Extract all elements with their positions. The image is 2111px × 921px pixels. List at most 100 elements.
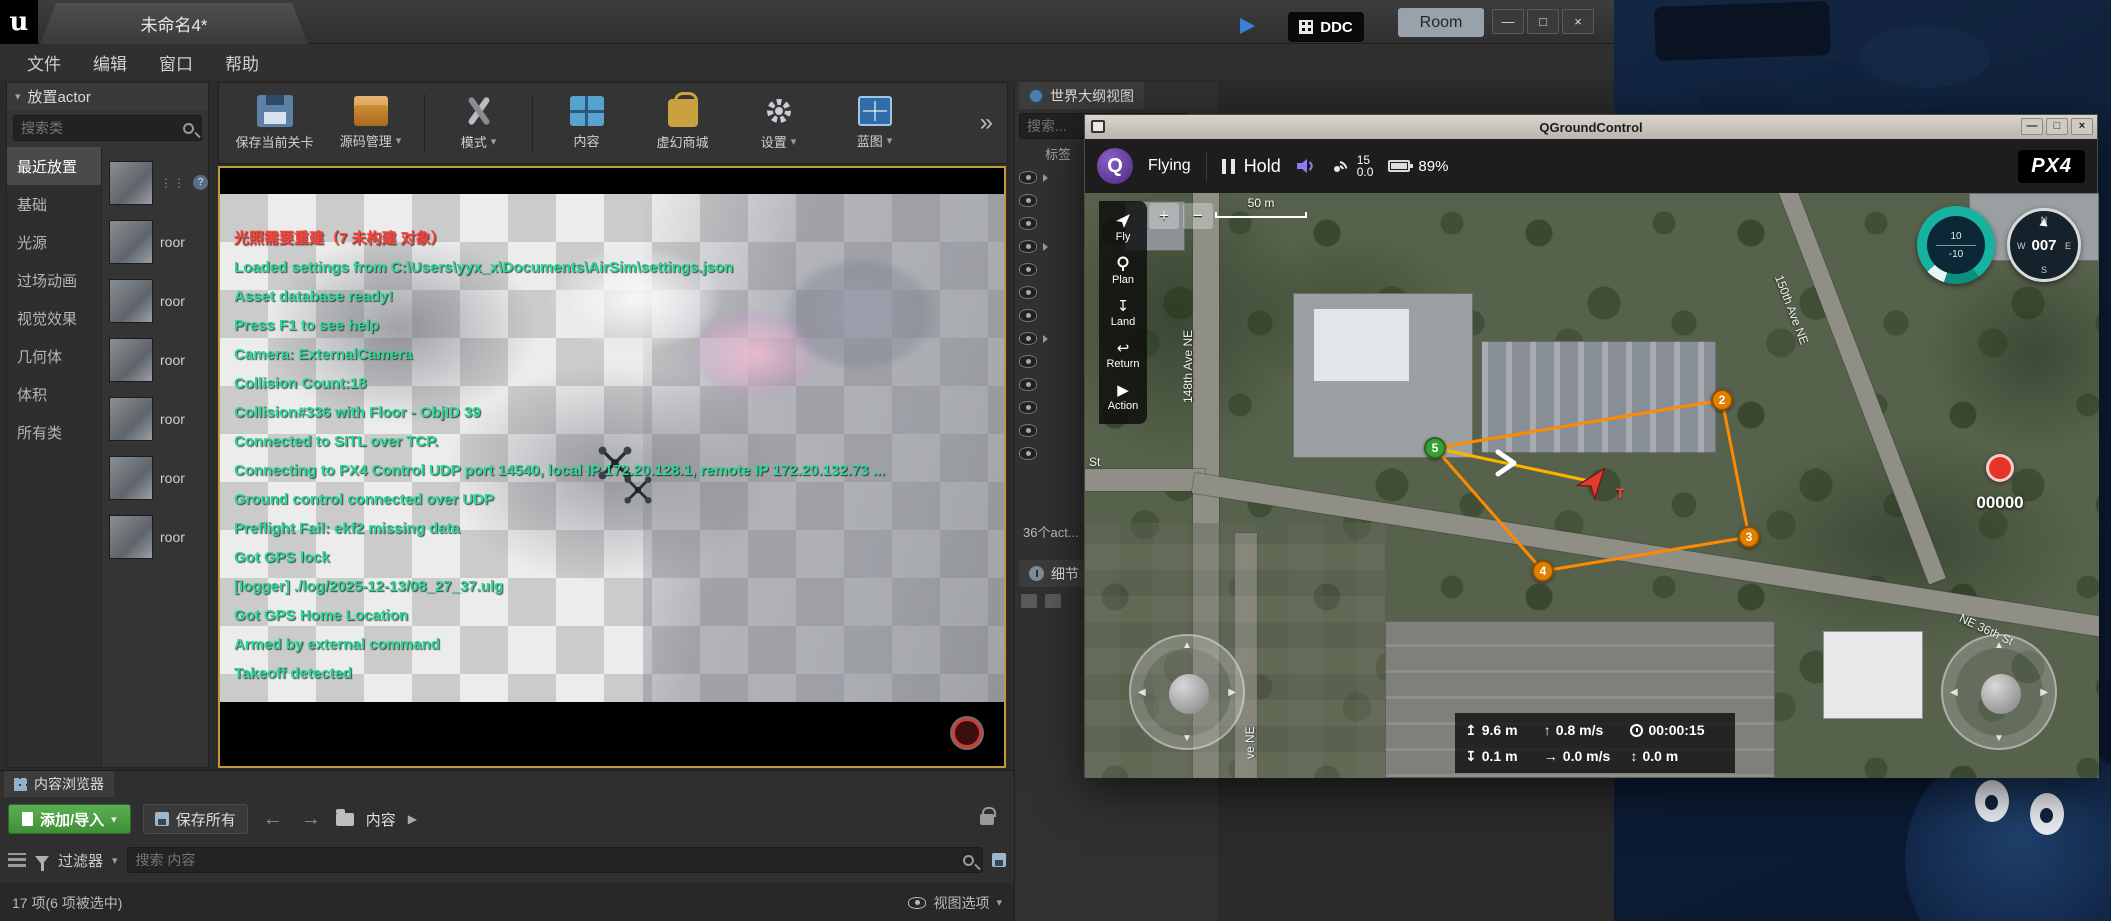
plan-button[interactable]: Plan bbox=[1099, 250, 1147, 292]
visibility-eye-icon[interactable] bbox=[1019, 286, 1037, 299]
expand-arrow-icon[interactable] bbox=[1043, 173, 1048, 182]
marketplace-button[interactable]: 虚幻商城 bbox=[635, 86, 730, 160]
joystick-knob[interactable] bbox=[1981, 674, 2021, 714]
compass-instrument[interactable]: N E S W 007 bbox=[2007, 208, 2081, 282]
gps-status[interactable]: 15 0.0 bbox=[1331, 154, 1373, 178]
category-all-classes[interactable]: 所有类 bbox=[7, 413, 101, 451]
vertical-speed-gauge[interactable]: 10 -10 bbox=[1917, 206, 1995, 284]
visibility-eye-icon[interactable] bbox=[1019, 217, 1037, 230]
save-level-button[interactable]: 保存当前关卡 bbox=[227, 86, 322, 160]
forward-arrow-icon[interactable]: → bbox=[298, 808, 324, 831]
menu-window[interactable]: 窗口 bbox=[146, 46, 206, 79]
modes-button[interactable]: 模式 ▾ bbox=[431, 86, 526, 160]
minimize-button[interactable]: — bbox=[1492, 9, 1524, 34]
visibility-eye-icon[interactable] bbox=[1019, 309, 1037, 322]
visibility-eye-icon[interactable] bbox=[1019, 424, 1037, 437]
class-search-box[interactable] bbox=[13, 115, 202, 141]
waypoint-2[interactable]: 2 bbox=[1711, 389, 1733, 411]
save-search-icon[interactable] bbox=[992, 853, 1006, 867]
hold-action-button[interactable]: Hold bbox=[1221, 156, 1281, 177]
category-lights[interactable]: 光源 bbox=[7, 223, 101, 261]
visibility-eye-icon[interactable] bbox=[1019, 194, 1037, 207]
list-item[interactable]: roor bbox=[102, 389, 208, 448]
waypoint-4[interactable]: 4 bbox=[1532, 560, 1554, 582]
qgc-titlebar[interactable]: QGroundControl — □ × bbox=[1085, 115, 2097, 139]
list-item[interactable]: roor bbox=[102, 212, 208, 271]
content-search-input[interactable] bbox=[135, 852, 956, 868]
video-record-button[interactable] bbox=[1986, 454, 2014, 482]
menu-edit[interactable]: 编辑 bbox=[80, 46, 140, 79]
add-import-button[interactable]: 添加/导入 ▾ bbox=[8, 804, 131, 834]
close-button[interactable]: × bbox=[2071, 118, 2093, 135]
battery-status[interactable]: 89% bbox=[1388, 158, 1448, 175]
visibility-eye-icon[interactable] bbox=[1019, 401, 1037, 414]
minimize-button[interactable]: — bbox=[2021, 118, 2043, 135]
category-basic[interactable]: 基础 bbox=[7, 185, 101, 223]
return-button[interactable]: ↩ Return bbox=[1099, 335, 1147, 376]
list-item[interactable]: roor bbox=[102, 507, 208, 566]
maximize-button[interactable]: □ bbox=[1527, 9, 1559, 34]
content-browser-tab[interactable]: 内容浏览器 bbox=[4, 771, 114, 797]
lock-icon[interactable] bbox=[980, 806, 996, 825]
record-button[interactable] bbox=[952, 718, 982, 748]
ddc-button[interactable]: DDC bbox=[1288, 12, 1364, 42]
flight-mode-label[interactable]: Flying bbox=[1148, 157, 1191, 175]
blueprints-button[interactable]: 蓝图 ▾ bbox=[827, 86, 922, 160]
world-outliner-tab[interactable]: 世界大纲视图 bbox=[1019, 82, 1144, 109]
visibility-eye-icon[interactable] bbox=[1019, 171, 1037, 184]
zoom-out-button[interactable]: − bbox=[1183, 203, 1213, 229]
land-button[interactable]: ↧ Land bbox=[1099, 293, 1147, 334]
category-volumes[interactable]: 体积 bbox=[7, 375, 101, 413]
content-search-box[interactable] bbox=[126, 847, 983, 873]
filter-label[interactable]: 过滤器 bbox=[58, 850, 103, 871]
place-actor-header[interactable]: ▾ 放置actor bbox=[7, 83, 208, 110]
visibility-eye-icon[interactable] bbox=[1019, 332, 1037, 345]
fly-button[interactable]: Fly bbox=[1099, 207, 1147, 249]
room-box[interactable]: Room bbox=[1398, 8, 1484, 37]
content-button[interactable]: 内容 bbox=[539, 86, 634, 160]
flight-map[interactable]: 148th Ave NE 150th Ave NE NE 36th St St … bbox=[1085, 193, 2099, 778]
menu-help[interactable]: 帮助 bbox=[212, 46, 272, 79]
maximize-button[interactable]: □ bbox=[2046, 118, 2068, 135]
close-button[interactable]: × bbox=[1562, 9, 1594, 34]
category-geometry[interactable]: 几何体 bbox=[7, 337, 101, 375]
list-item[interactable]: roor bbox=[102, 271, 208, 330]
breadcrumb-arrow-icon[interactable]: ▶ bbox=[408, 812, 417, 826]
sources-panel-toggle-icon[interactable] bbox=[8, 853, 26, 867]
details-tool-icon[interactable] bbox=[1045, 594, 1061, 608]
category-recent[interactable]: 最近放置 bbox=[7, 147, 101, 185]
back-arrow-icon[interactable]: ← bbox=[260, 808, 286, 831]
toolbar-overflow-button[interactable]: » bbox=[980, 109, 999, 137]
details-tab[interactable]: 细节 bbox=[1019, 560, 1089, 587]
view-options-button[interactable]: 视图选项 ▾ bbox=[908, 893, 1002, 913]
visibility-eye-icon[interactable] bbox=[1019, 378, 1037, 391]
visibility-eye-icon[interactable] bbox=[1019, 355, 1037, 368]
virtual-joystick-right[interactable]: ▲ ▼ ◀ ▶ bbox=[1941, 634, 2057, 750]
filter-funnel-icon[interactable] bbox=[35, 855, 49, 871]
list-item[interactable]: roor bbox=[102, 330, 208, 389]
level-viewport[interactable]: 光照需要重建（7 未构建 对象） Loaded settings from C:… bbox=[218, 166, 1006, 768]
virtual-joystick-left[interactable]: ▲ ▼ ◀ ▶ bbox=[1129, 634, 1245, 750]
expand-arrow-icon[interactable] bbox=[1043, 242, 1048, 251]
details-tool-icon[interactable] bbox=[1021, 594, 1037, 608]
category-visual-effects[interactable]: 视觉效果 bbox=[7, 299, 101, 337]
outliner-tag-column-header[interactable]: 标签 bbox=[1045, 144, 1071, 163]
zoom-in-button[interactable]: + bbox=[1149, 203, 1179, 229]
joystick-knob[interactable] bbox=[1169, 674, 1209, 714]
save-all-button[interactable]: 保存所有 bbox=[142, 804, 248, 834]
expand-arrow-icon[interactable] bbox=[1043, 334, 1048, 343]
category-cinematic[interactable]: 过场动画 bbox=[7, 261, 101, 299]
visibility-eye-icon[interactable] bbox=[1019, 263, 1037, 276]
list-item[interactable]: roor bbox=[102, 448, 208, 507]
level-tab[interactable]: 未命名4* bbox=[40, 3, 308, 44]
breadcrumb[interactable]: 内容 bbox=[366, 809, 396, 830]
visibility-eye-icon[interactable] bbox=[1019, 447, 1037, 460]
waypoint-5[interactable]: 5 bbox=[1424, 437, 1446, 459]
list-item[interactable]: ⋮⋮? bbox=[102, 153, 208, 212]
action-button[interactable]: ▶ Action bbox=[1099, 377, 1147, 418]
qgc-logo-icon[interactable]: Q bbox=[1097, 148, 1133, 184]
class-search-input[interactable] bbox=[21, 120, 178, 136]
speaker-icon[interactable] bbox=[1296, 158, 1316, 174]
settings-button[interactable]: 设置 ▾ bbox=[731, 86, 826, 160]
ue-titlebar[interactable]: u 未命名4* DDC Room — □ × bbox=[0, 0, 1614, 44]
